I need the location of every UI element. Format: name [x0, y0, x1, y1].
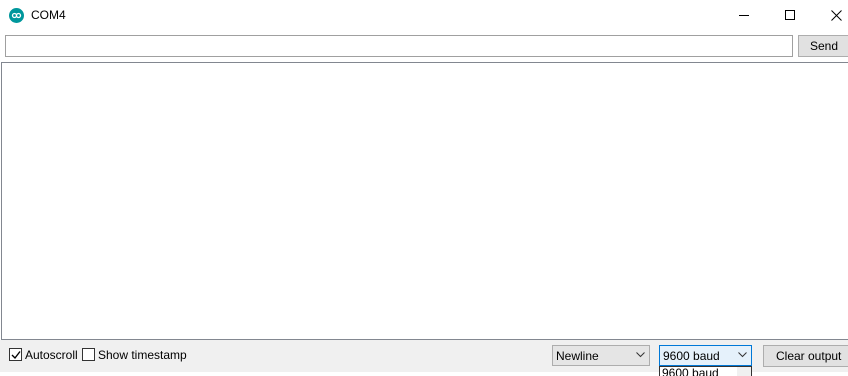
close-icon [831, 10, 842, 21]
autoscroll-checkbox[interactable] [9, 348, 22, 361]
baud-rate-dropdown-list[interactable]: 9600 baud [659, 366, 752, 376]
arduino-infinity-icon [9, 8, 24, 23]
serial-send-input[interactable] [5, 35, 793, 57]
minimize-button[interactable] [721, 0, 767, 31]
line-ending-select[interactable]: Newline [552, 345, 650, 366]
baud-rate-select[interactable]: 9600 baud [659, 345, 752, 366]
title-bar: COM4 [0, 0, 848, 31]
chevron-down-icon [636, 352, 645, 358]
maximize-button[interactable] [767, 0, 813, 31]
line-ending-value: Newline [556, 349, 599, 363]
baud-rate-value: 9600 baud [663, 349, 720, 363]
maximize-icon [785, 10, 795, 20]
minimize-icon [739, 15, 749, 16]
checkmark-icon [11, 351, 21, 360]
close-button[interactable] [813, 0, 848, 31]
autoscroll-label[interactable]: Autoscroll [25, 348, 78, 362]
serial-output-area[interactable] [1, 62, 848, 340]
show-timestamp-checkbox[interactable] [82, 348, 95, 361]
clear-output-button[interactable]: Clear output [763, 345, 848, 367]
send-button[interactable]: Send [798, 35, 848, 57]
window-title: COM4 [31, 8, 66, 22]
show-timestamp-label[interactable]: Show timestamp [98, 348, 187, 362]
chevron-down-icon [738, 352, 747, 358]
